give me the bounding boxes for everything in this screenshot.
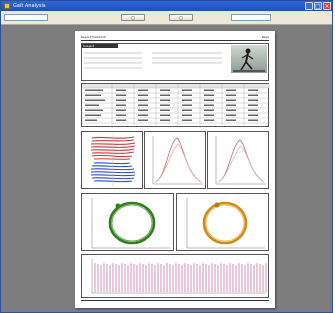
close-button[interactable]: × [323,2,331,10]
pressure-map-plot [90,135,136,186]
page-selector-field[interactable] [4,14,48,21]
toolbar-button-1-label: ▢ [131,15,135,20]
report-viewer-window: Gait Analysis _ □ × ▢ ▢ Report Treadmill… [0,0,333,313]
window-titlebar: Gait Analysis _ □ × [1,1,332,11]
section-title: Subject [82,44,118,48]
zoom-field[interactable] [231,14,271,21]
cop-loop-chart-right [176,193,269,251]
header-rule [81,40,269,41]
toolbar-button-1[interactable]: ▢ [121,14,145,21]
pressure-map-chart [81,131,143,189]
cop-loop-plot-right [186,198,265,249]
footer-rule [81,300,269,301]
minimize-button[interactable]: _ [305,2,313,10]
window-title: Gait Analysis [13,3,46,9]
force-curve-chart-1 [144,131,206,189]
subject-photo [231,45,267,73]
toolbar-button-2-label: ▢ [179,15,183,20]
report-header-right: Page [261,35,269,39]
app-icon [4,3,10,9]
maximize-button[interactable]: □ [314,2,322,10]
toolbar-button-2[interactable]: ▢ [169,14,193,21]
force-curve-plot-2 [215,136,266,185]
force-curve-plot-1 [152,136,203,185]
document-view[interactable]: Report Treadmill Page Subject [1,25,332,312]
cop-loop-chart-left [81,193,174,251]
report-header-left: Report Treadmill [81,35,106,39]
cop-loop-plot-left [91,198,170,249]
toolbar: ▢ ▢ [1,11,332,25]
parameters-table-grid [82,84,270,128]
waveform-chart [81,254,269,298]
waveform-plot [91,259,267,294]
force-curve-chart-2 [207,131,269,189]
runner-figure-icon [233,48,265,72]
parameters-table [81,83,270,128]
report-content: Report Treadmill Page Subject [81,35,270,303]
report-page: Report Treadmill Page Subject [75,31,275,308]
